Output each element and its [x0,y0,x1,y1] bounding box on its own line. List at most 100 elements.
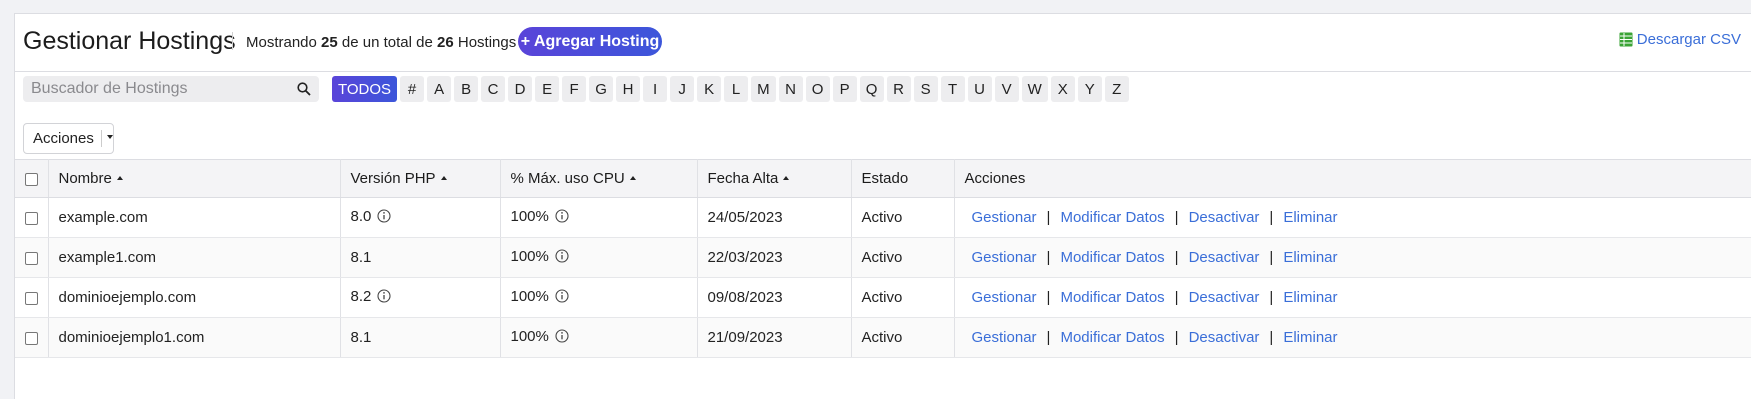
status-text: Activo [861,289,903,306]
cell-estado: Activo [851,197,955,238]
delete-link[interactable]: Eliminar [1283,209,1337,226]
cell-nombre: example.com [48,197,341,238]
action-separator: | [1174,249,1179,266]
row-checkbox[interactable] [24,291,38,305]
date-created: 22/03/2023 [707,249,783,266]
letter-filter-j[interactable]: J [670,76,695,102]
letter-filter-w[interactable]: W [1021,76,1048,102]
manage-link[interactable]: Gestionar [972,289,1037,306]
edit-data-link[interactable]: Modificar Datos [1060,289,1164,306]
deactivate-link[interactable]: Desactivar [1189,329,1260,346]
filter-bar: TODOS#ABCDEFGHIJKLMNOPQRSTUVWXYZ [15,72,1751,120]
action-separator: | [1046,289,1051,306]
cell-acciones: Gestionar | Modificar Datos | Desactivar | Eli… [954,317,1751,358]
info-icon[interactable] [555,328,569,347]
row-checkbox[interactable] [24,251,38,265]
row-checkbox[interactable] [24,211,38,225]
search-input[interactable] [23,76,319,102]
letter-filter-i[interactable]: I [643,76,668,102]
download-csv-link[interactable]: Descargar CSV [1619,31,1741,48]
summary-prefix: Mostrando [246,34,317,51]
letter-filter-n[interactable]: N [778,76,803,102]
info-icon[interactable] [555,208,569,227]
letter-filter-h[interactable]: H [616,76,641,102]
row-select-cell [15,197,49,238]
letter-filter-s[interactable]: S [913,76,938,102]
cell-estado: Activo [851,277,955,318]
letter-filter-todos[interactable]: TODOS [332,76,398,102]
letter-filter-p[interactable]: P [832,76,857,102]
info-icon[interactable] [377,208,391,227]
info-icon[interactable] [377,288,391,307]
manage-link[interactable]: Gestionar [972,249,1037,266]
edit-data-link[interactable]: Modificar Datos [1060,329,1164,346]
letter-filter-d[interactable]: D [508,76,533,102]
letter-filter-l[interactable]: L [724,76,749,102]
cell-estado: Activo [851,317,955,358]
title-divider [232,32,233,50]
column-nombre[interactable]: Nombre [48,159,341,198]
letter-filter-c[interactable]: C [481,76,506,102]
manage-link[interactable]: Gestionar [972,209,1037,226]
sort-up-icon [629,175,636,180]
cell-cpu: 100% [500,277,698,318]
download-csv-label: Descargar CSV [1636,31,1741,48]
letter-filter-b[interactable]: B [454,76,479,102]
dropdown-divider [100,130,102,147]
letter-filter-o[interactable]: O [805,76,830,102]
deactivate-link[interactable]: Desactivar [1189,289,1260,306]
edit-data-link[interactable]: Modificar Datos [1060,249,1164,266]
letter-filter-u[interactable]: U [967,76,992,102]
delete-link[interactable]: Eliminar [1283,329,1337,346]
letter-filter-f[interactable]: F [562,76,587,102]
page-header: Gestionar Hostings Mostrando 25 de un to… [15,14,1751,72]
column-cpu[interactable]: % Máx. uso CPU [500,159,698,198]
action-separator: | [1269,249,1274,266]
column-php[interactable]: Versión PHP [340,159,501,198]
letter-filter-x[interactable]: X [1050,76,1075,102]
deactivate-link[interactable]: Desactivar [1189,249,1260,266]
table-body: example.com 8.0 100% 24/05/2023 Activo Gestio… [15,197,1751,358]
letter-filter-v[interactable]: V [994,76,1019,102]
info-icon[interactable] [555,288,569,307]
letter-filter-q[interactable]: Q [859,76,884,102]
cell-cpu: 100% [500,317,698,358]
row-checkbox[interactable] [24,331,38,345]
action-separator: | [1046,249,1051,266]
cell-php: 8.0 [340,197,501,238]
row-select-cell [15,317,49,358]
letter-filter-hash[interactable]: # [400,76,425,102]
page-title: Gestionar Hostings [23,27,236,55]
hosting-name: dominioejemplo.com [58,289,197,306]
select-all-checkbox[interactable] [24,172,38,186]
letter-filter-a[interactable]: A [427,76,452,102]
column-fecha[interactable]: Fecha Alta [697,159,852,198]
hostings-panel: Gestionar Hostings Mostrando 25 de un to… [14,13,1751,399]
delete-link[interactable]: Eliminar [1283,249,1337,266]
add-hosting-button[interactable]: + Agregar Hosting [518,27,662,56]
php-version: 8.0 [350,208,372,226]
total-count: 26 [437,34,454,51]
column-label: Fecha Alta [707,170,779,187]
deactivate-link[interactable]: Desactivar [1189,209,1260,226]
cell-acciones: Gestionar | Modificar Datos | Desactivar | Eli… [954,237,1751,278]
column-label: Acciones [964,170,1026,187]
letter-filter-y[interactable]: Y [1077,76,1102,102]
letter-filter-e[interactable]: E [535,76,560,102]
letter-filter-z[interactable]: Z [1104,76,1129,102]
action-separator: | [1269,289,1274,306]
sort-up-icon [440,175,447,180]
select-all-cell [15,159,49,198]
letter-filter-t[interactable]: T [940,76,965,102]
info-icon[interactable] [555,248,569,267]
search-icon[interactable] [297,82,311,101]
manage-link[interactable]: Gestionar [972,329,1037,346]
spreadsheet-icon [1619,32,1633,47]
letter-filter-r[interactable]: R [886,76,911,102]
edit-data-link[interactable]: Modificar Datos [1060,209,1164,226]
bulk-actions-dropdown[interactable]: Acciones [23,123,114,154]
letter-filter-m[interactable]: M [751,76,776,102]
letter-filter-g[interactable]: G [589,76,614,102]
delete-link[interactable]: Eliminar [1283,289,1337,306]
letter-filter-k[interactable]: K [697,76,722,102]
